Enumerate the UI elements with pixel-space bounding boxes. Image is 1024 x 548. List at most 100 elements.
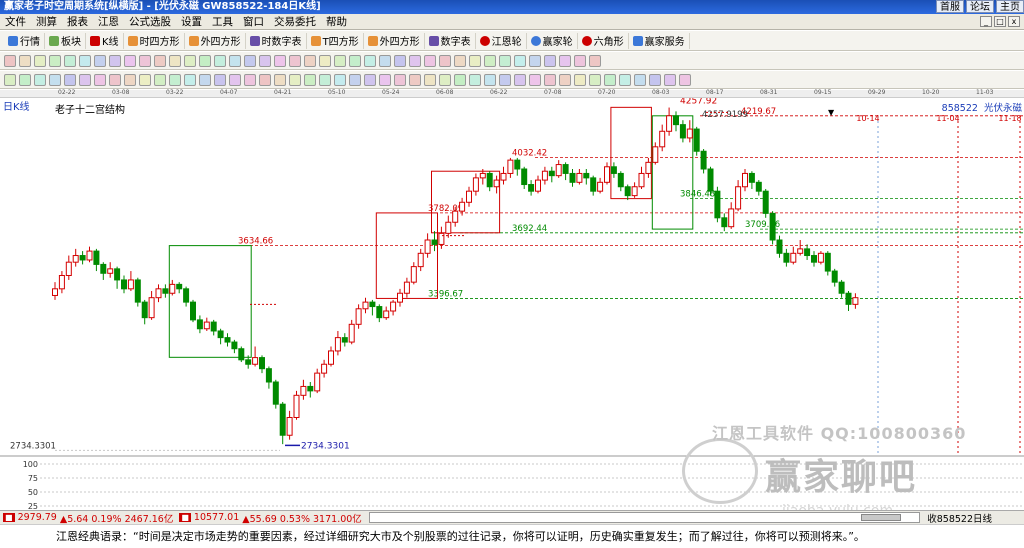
draw-tool-icon[interactable] <box>319 54 331 67</box>
winner-wheel-button[interactable]: 赢家轮 <box>527 32 578 49</box>
outer-square-button-2[interactable]: 外四方形 <box>364 32 425 49</box>
menu-gann[interactable]: 江恩 <box>93 14 124 29</box>
draw-tool-icon[interactable] <box>679 73 691 86</box>
menu-calc[interactable]: 测算 <box>31 14 62 29</box>
draw-tool-icon[interactable] <box>664 73 676 86</box>
quote-button[interactable]: 行情 <box>4 32 45 49</box>
draw-tool-icon[interactable] <box>49 73 61 86</box>
draw-tool-icon[interactable] <box>19 73 31 86</box>
hexagon-button[interactable]: 六角形 <box>578 32 629 49</box>
draw-tool-icon[interactable] <box>544 73 556 86</box>
draw-tool-icon[interactable] <box>334 54 346 67</box>
kline-button[interactable]: K线 <box>86 32 124 49</box>
draw-tool-icon[interactable] <box>109 73 121 86</box>
draw-tool-icon[interactable] <box>394 73 406 86</box>
draw-tool-icon[interactable] <box>289 54 301 67</box>
draw-tool-icon[interactable] <box>379 73 391 86</box>
draw-tool-icon[interactable] <box>199 73 211 86</box>
outer-square-button[interactable]: 外四方形 <box>185 32 246 49</box>
draw-tool-icon[interactable] <box>214 54 226 67</box>
draw-tool-icon[interactable] <box>469 54 481 67</box>
menu-file[interactable]: 文件 <box>0 14 31 29</box>
draw-tool-icon[interactable] <box>34 73 46 86</box>
draw-tool-icon[interactable] <box>454 54 466 67</box>
draw-tool-icon[interactable] <box>349 54 361 67</box>
link-forum[interactable]: 论坛 <box>966 0 994 13</box>
draw-tool-icon[interactable] <box>499 54 511 67</box>
draw-tool-icon[interactable] <box>124 54 136 67</box>
draw-tool-icon[interactable] <box>304 73 316 86</box>
draw-tool-icon[interactable] <box>529 54 541 67</box>
draw-tool-icon[interactable] <box>94 73 106 86</box>
draw-tool-icon[interactable] <box>649 73 661 86</box>
draw-tool-icon[interactable] <box>439 54 451 67</box>
draw-tool-icon[interactable] <box>574 54 586 67</box>
draw-tool-icon[interactable] <box>439 73 451 86</box>
draw-tool-icon[interactable] <box>244 54 256 67</box>
scroll-thumb[interactable] <box>861 514 902 521</box>
minimize-button[interactable]: _ <box>980 16 992 27</box>
draw-tool-icon[interactable] <box>274 73 286 86</box>
draw-tool-icon[interactable] <box>304 54 316 67</box>
draw-tool-icon[interactable] <box>229 73 241 86</box>
draw-tool-icon[interactable] <box>589 73 601 86</box>
draw-tool-icon[interactable] <box>124 73 136 86</box>
draw-tool-icon[interactable] <box>364 73 376 86</box>
draw-tool-icon[interactable] <box>349 73 361 86</box>
draw-tool-icon[interactable] <box>4 73 16 86</box>
draw-tool-icon[interactable] <box>484 73 496 86</box>
draw-tool-icon[interactable] <box>424 73 436 86</box>
draw-tool-icon[interactable] <box>409 73 421 86</box>
draw-tool-icon[interactable] <box>379 54 391 67</box>
sector-button[interactable]: 板块 <box>45 32 86 49</box>
draw-tool-icon[interactable] <box>589 54 601 67</box>
close-button[interactable]: x <box>1008 16 1020 27</box>
time-table-button[interactable]: 时数字表 <box>246 32 307 49</box>
draw-tool-icon[interactable] <box>184 73 196 86</box>
draw-tool-icon[interactable] <box>499 73 511 86</box>
menu-report[interactable]: 报表 <box>62 14 93 29</box>
draw-tool-icon[interactable] <box>154 73 166 86</box>
draw-tool-icon[interactable] <box>409 54 421 67</box>
service-button[interactable]: 赢家服务 <box>629 32 690 49</box>
draw-tool-icon[interactable] <box>619 73 631 86</box>
draw-tool-icon[interactable] <box>394 54 406 67</box>
draw-tool-icon[interactable] <box>64 73 76 86</box>
draw-tool-icon[interactable] <box>634 73 646 86</box>
draw-tool-icon[interactable] <box>154 54 166 67</box>
link-homepage[interactable]: 主页 <box>996 0 1024 13</box>
draw-tool-icon[interactable] <box>184 54 196 67</box>
draw-tool-icon[interactable] <box>79 73 91 86</box>
draw-tool-icon[interactable] <box>4 54 16 67</box>
menu-formula[interactable]: 公式选股 <box>124 14 176 29</box>
draw-tool-icon[interactable] <box>364 54 376 67</box>
draw-tool-icon[interactable] <box>94 54 106 67</box>
draw-tool-icon[interactable] <box>244 73 256 86</box>
draw-tool-icon[interactable] <box>229 54 241 67</box>
draw-tool-icon[interactable] <box>544 54 556 67</box>
draw-tool-icon[interactable] <box>214 73 226 86</box>
draw-tool-icon[interactable] <box>529 73 541 86</box>
draw-tool-icon[interactable] <box>559 73 571 86</box>
draw-tool-icon[interactable] <box>49 54 61 67</box>
draw-tool-icon[interactable] <box>604 73 616 86</box>
draw-tool-icon[interactable] <box>469 73 481 86</box>
number-table-button[interactable]: 数字表 <box>425 32 476 49</box>
draw-tool-icon[interactable] <box>169 73 181 86</box>
draw-tool-icon[interactable] <box>559 54 571 67</box>
draw-tool-icon[interactable] <box>79 54 91 67</box>
draw-tool-icon[interactable] <box>64 54 76 67</box>
horizontal-scrollbar[interactable] <box>368 512 921 523</box>
gann-wheel-button[interactable]: 江恩轮 <box>476 32 527 49</box>
draw-tool-icon[interactable] <box>34 54 46 67</box>
draw-tool-icon[interactable] <box>424 54 436 67</box>
draw-tool-icon[interactable] <box>574 73 586 86</box>
draw-tool-icon[interactable] <box>19 54 31 67</box>
draw-tool-icon[interactable] <box>139 73 151 86</box>
time-square-button[interactable]: 时四方形 <box>124 32 185 49</box>
draw-tool-icon[interactable] <box>454 73 466 86</box>
draw-tool-icon[interactable] <box>274 54 286 67</box>
menu-window[interactable]: 窗口 <box>238 14 269 29</box>
t-square-button[interactable]: T四方形 <box>307 32 364 49</box>
menu-tools[interactable]: 工具 <box>207 14 238 29</box>
